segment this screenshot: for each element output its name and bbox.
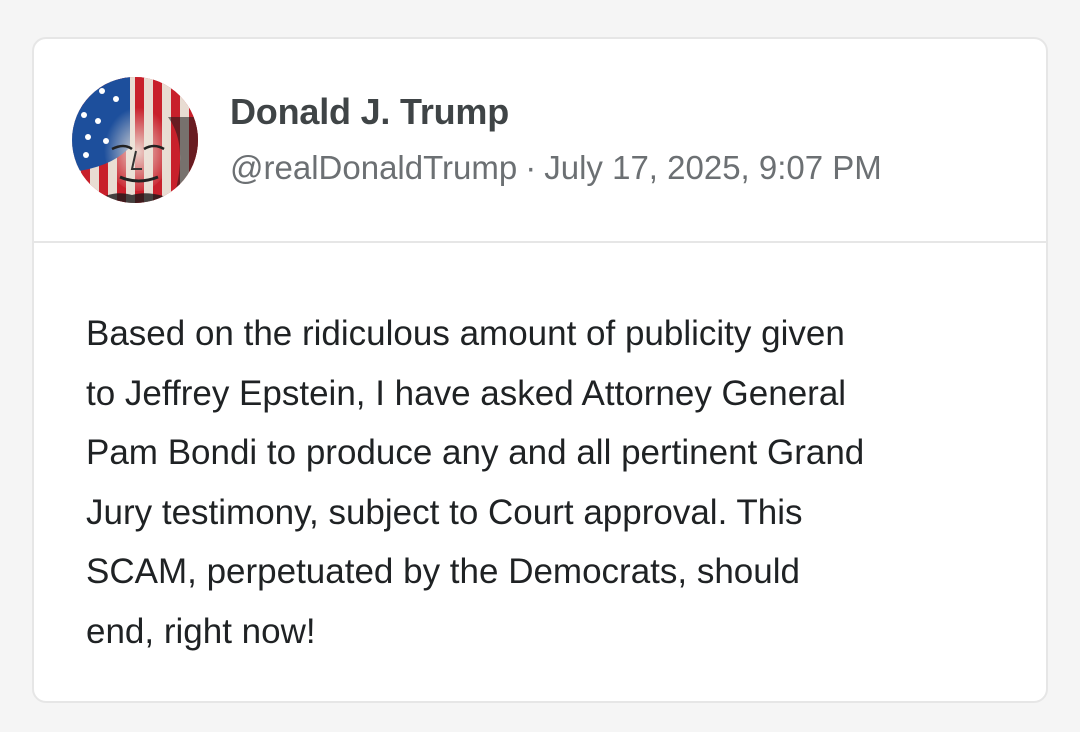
author-display-name[interactable]: Donald J. Trump [230,91,509,133]
author-handle[interactable]: @realDonaldTrump [230,149,517,186]
post-meta: @realDonaldTrump · July 17, 2025, 9:07 PM [230,149,882,187]
meta-separator: · [525,149,537,186]
post-timestamp[interactable]: July 17, 2025, 9:07 PM [544,149,882,186]
post-card: Donald J. Trump @realDonaldTrump · July 17… [32,37,1048,703]
flag-portrait-avatar-icon [72,77,198,203]
post-text: Based on the ridiculous amount of public… [86,314,865,651]
post-header: Donald J. Trump @realDonaldTrump · July 17… [34,39,1046,243]
avatar[interactable] [72,77,198,203]
